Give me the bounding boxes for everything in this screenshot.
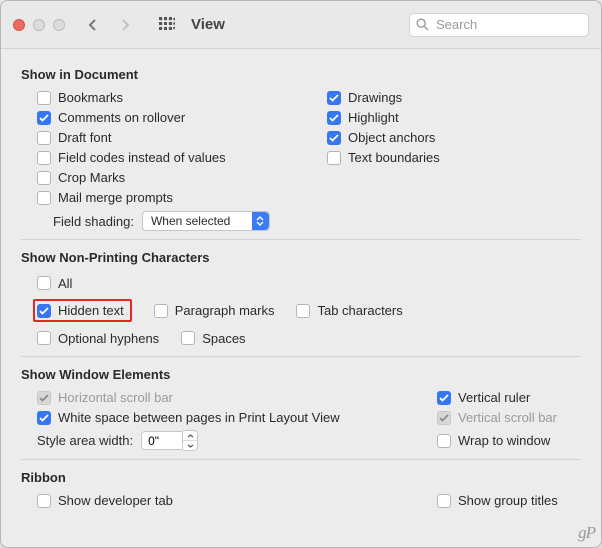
select-stepper-icon (252, 212, 269, 230)
divider (21, 459, 581, 460)
preferences-window: View Show in Document Bookmarks Comments … (0, 0, 602, 548)
checkbox-comments-on-rollover[interactable]: Comments on rollover (37, 110, 311, 125)
checkbox-show-group-titles[interactable]: Show group titles (437, 493, 581, 508)
checkbox-label: Draft font (58, 130, 111, 145)
checkbox-paragraph-marks[interactable]: Paragraph marks (154, 303, 275, 318)
stepper-buttons[interactable] (183, 430, 198, 451)
checkbox-label: Bookmarks (58, 90, 123, 105)
checkbox-draft-font[interactable]: Draft font (37, 130, 311, 145)
checkbox-label: Optional hyphens (58, 331, 159, 346)
checkbox-text-boundaries[interactable]: Text boundaries (327, 150, 581, 165)
checkbox-object-anchors[interactable]: Object anchors (327, 130, 581, 145)
checkbox-label: Mail merge prompts (58, 190, 173, 205)
checkbox-hidden-text[interactable]: Hidden text (37, 303, 124, 318)
field-shading-label: Field shading: (53, 214, 134, 229)
stepper-up-icon[interactable] (183, 431, 197, 441)
checkbox-vertical-ruler[interactable]: Vertical ruler (437, 390, 581, 405)
checkbox-label: Vertical ruler (458, 390, 530, 405)
section-ribbon: Ribbon Show developer tab Show group tit… (21, 470, 581, 508)
toolbar-title: View (191, 16, 225, 33)
checkbox-label: Crop Marks (58, 170, 125, 185)
section-title: Ribbon (21, 470, 581, 485)
checkbox-label: Object anchors (348, 130, 435, 145)
preferences-body: Show in Document Bookmarks Comments on ro… (1, 49, 601, 522)
checkbox-vertical-scroll: Vertical scroll bar (437, 410, 581, 425)
checkbox-highlight[interactable]: Highlight (327, 110, 581, 125)
search-field[interactable] (409, 13, 589, 37)
checkbox-label: Horizontal scroll bar (58, 390, 173, 405)
toolbar: View (1, 1, 601, 49)
back-button[interactable] (81, 13, 105, 37)
checkbox-label: Drawings (348, 90, 402, 105)
style-area-label: Style area width: (37, 433, 133, 448)
section-show-in-document: Show in Document Bookmarks Comments on ro… (21, 67, 581, 231)
checkbox-label: Hidden text (58, 303, 124, 318)
highlighted-checkbox: Hidden text (33, 299, 132, 322)
checkbox-drawings[interactable]: Drawings (327, 90, 581, 105)
checkbox-optional-hyphens[interactable]: Optional hyphens (37, 331, 159, 346)
checkbox-white-space[interactable]: White space between pages in Print Layou… (37, 410, 437, 425)
checkbox-label: Text boundaries (348, 150, 440, 165)
section-title: Show Non-Printing Characters (21, 250, 581, 265)
checkbox-wrap-to-window[interactable]: Wrap to window (437, 433, 581, 448)
checkbox-label: Field codes instead of values (58, 150, 226, 165)
field-shading-select[interactable]: When selected (142, 211, 270, 231)
checkbox-horizontal-scroll: Horizontal scroll bar (37, 390, 437, 405)
zoom-window-button[interactable] (53, 19, 65, 31)
divider (21, 356, 581, 357)
checkbox-label: Spaces (202, 331, 245, 346)
checkbox-tab-characters[interactable]: Tab characters (296, 303, 402, 318)
checkbox-label: Highlight (348, 110, 399, 125)
checkbox-label: Comments on rollover (58, 110, 185, 125)
checkbox-label: Paragraph marks (175, 303, 275, 318)
checkbox-label: Wrap to window (458, 433, 550, 448)
watermark: gP (578, 523, 595, 543)
minimize-window-button[interactable] (33, 19, 45, 31)
show-all-icon[interactable] (157, 15, 177, 35)
close-window-button[interactable] (13, 19, 25, 31)
search-input[interactable] (434, 16, 582, 33)
section-window-elements: Show Window Elements Horizontal scroll b… (21, 367, 581, 451)
checkbox-label: Vertical scroll bar (458, 410, 557, 425)
checkbox-all[interactable]: All (37, 276, 72, 291)
style-area-input[interactable] (141, 431, 183, 450)
checkbox-spaces[interactable]: Spaces (181, 331, 245, 346)
search-icon (416, 18, 429, 31)
window-controls (13, 19, 65, 31)
divider (21, 239, 581, 240)
checkbox-label: White space between pages in Print Layou… (58, 410, 340, 425)
checkbox-bookmarks[interactable]: Bookmarks (37, 90, 311, 105)
section-title: Show Window Elements (21, 367, 581, 382)
section-non-printing: Show Non-Printing Characters All Hidden … (21, 250, 581, 348)
section-title: Show in Document (21, 67, 581, 82)
checkbox-crop-marks[interactable]: Crop Marks (37, 170, 311, 185)
checkbox-mail-merge-prompts[interactable]: Mail merge prompts (37, 190, 311, 205)
checkbox-label: Tab characters (317, 303, 402, 318)
checkbox-show-developer[interactable]: Show developer tab (37, 493, 437, 508)
checkbox-label: Show group titles (458, 493, 558, 508)
field-shading-value: When selected (151, 214, 252, 228)
checkbox-field-codes-instead-of-values[interactable]: Field codes instead of values (37, 150, 311, 165)
stepper-down-icon[interactable] (183, 441, 197, 450)
forward-button[interactable] (113, 13, 137, 37)
checkbox-label: All (58, 276, 72, 291)
checkbox-label: Show developer tab (58, 493, 173, 508)
style-area-stepper[interactable] (141, 430, 198, 451)
